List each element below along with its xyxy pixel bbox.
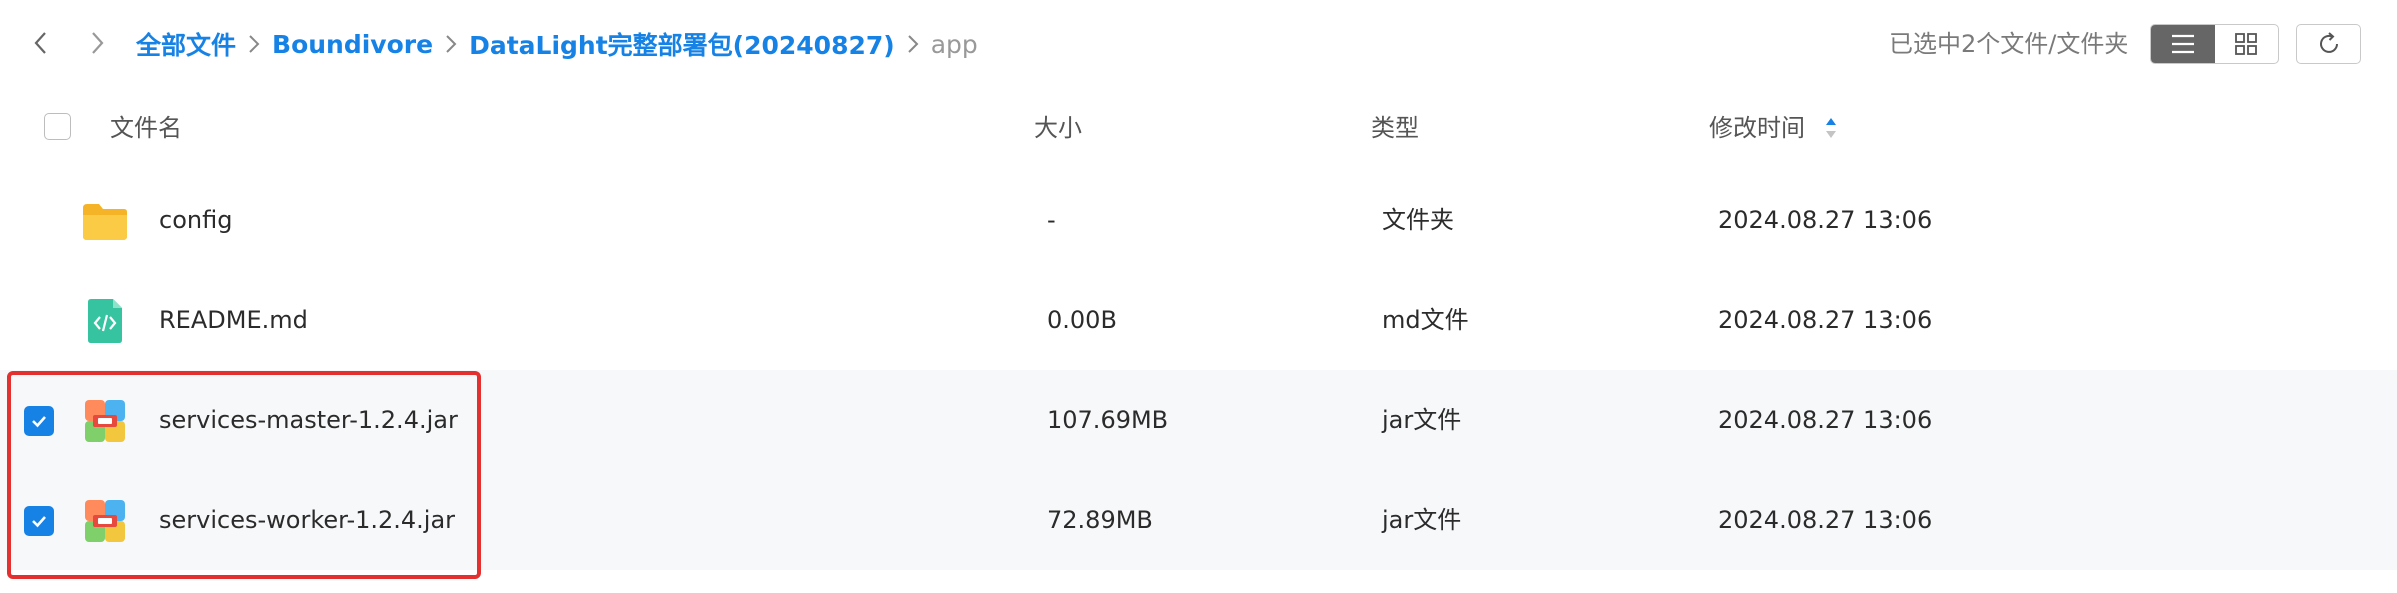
column-header-type[interactable]: 类型	[1371, 106, 1419, 150]
column-header-modified[interactable]: 修改时间	[1709, 106, 1805, 150]
chevron-right-icon	[92, 32, 104, 54]
back-button[interactable]	[24, 26, 58, 60]
file-size: 72.89MB	[1047, 506, 1153, 534]
file-name[interactable]: README.md	[159, 270, 308, 370]
chevron-left-icon	[34, 32, 46, 54]
file-modified: 2024.08.27 13:06	[1718, 406, 1933, 434]
select-all-checkbox[interactable]	[44, 113, 71, 140]
breadcrumb-separator-icon	[907, 33, 919, 55]
file-modified: 2024.08.27 13:06	[1718, 206, 1933, 234]
folder-icon	[83, 204, 127, 240]
file-row[interactable]: README.md 0.00B md文件 2024.08.27 13:06	[0, 270, 2397, 370]
file-size: 0.00B	[1047, 306, 1117, 334]
forward-button[interactable]	[80, 26, 114, 60]
breadcrumb-separator-icon	[248, 33, 260, 55]
refresh-button[interactable]	[2296, 24, 2361, 64]
row-checkbox[interactable]	[24, 506, 54, 536]
file-type: 文件夹	[1382, 206, 1454, 234]
selection-info: 已选中2个文件/文件夹	[1889, 30, 2129, 58]
grid-view-button[interactable]	[2215, 25, 2279, 63]
checkmark-icon	[32, 516, 46, 528]
code-file-icon	[88, 299, 122, 343]
grid-icon	[2235, 33, 2258, 55]
column-header-size[interactable]: 大小	[1034, 106, 1082, 150]
file-modified: 2024.08.27 13:06	[1718, 506, 1933, 534]
list-icon	[2171, 34, 2194, 54]
refresh-icon	[2319, 32, 2338, 53]
column-header-name[interactable]: 文件名	[110, 106, 182, 150]
breadcrumb-separator-icon	[445, 33, 457, 55]
file-row[interactable]: config - 文件夹 2024.08.27 13:06	[0, 170, 2397, 270]
breadcrumb-all-files[interactable]: 全部文件	[136, 26, 236, 62]
file-type: jar文件	[1382, 506, 1462, 534]
breadcrumb-boundivore[interactable]: Boundivore	[272, 30, 433, 59]
file-size: 107.69MB	[1047, 406, 1169, 434]
row-checkbox[interactable]	[24, 406, 54, 436]
file-size: -	[1047, 206, 1056, 234]
file-row[interactable]: services-master-1.2.4.jar 107.69MB jar文件…	[0, 370, 2397, 470]
breadcrumb-current-folder: app	[930, 29, 978, 59]
file-name[interactable]: services-master-1.2.4.jar	[159, 370, 458, 470]
file-name[interactable]: services-worker-1.2.4.jar	[159, 470, 455, 570]
breadcrumb-datalight-package[interactable]: DataLight完整部署包(20240827)	[469, 26, 895, 62]
file-modified: 2024.08.27 13:06	[1718, 306, 1933, 334]
checkmark-icon	[32, 416, 46, 428]
list-view-button[interactable]	[2151, 25, 2215, 63]
file-type: jar文件	[1382, 406, 1462, 434]
file-type: md文件	[1382, 306, 1469, 334]
breadcrumb: 全部文件 Boundivore DataLight完整部署包(20240827)…	[136, 26, 978, 62]
archive-icon	[85, 500, 125, 542]
view-toggle	[2150, 24, 2279, 64]
file-name[interactable]: config	[159, 170, 232, 270]
file-row[interactable]: services-worker-1.2.4.jar 72.89MB jar文件 …	[0, 470, 2397, 570]
archive-icon	[85, 400, 125, 442]
sort-icon[interactable]	[1823, 114, 1839, 142]
